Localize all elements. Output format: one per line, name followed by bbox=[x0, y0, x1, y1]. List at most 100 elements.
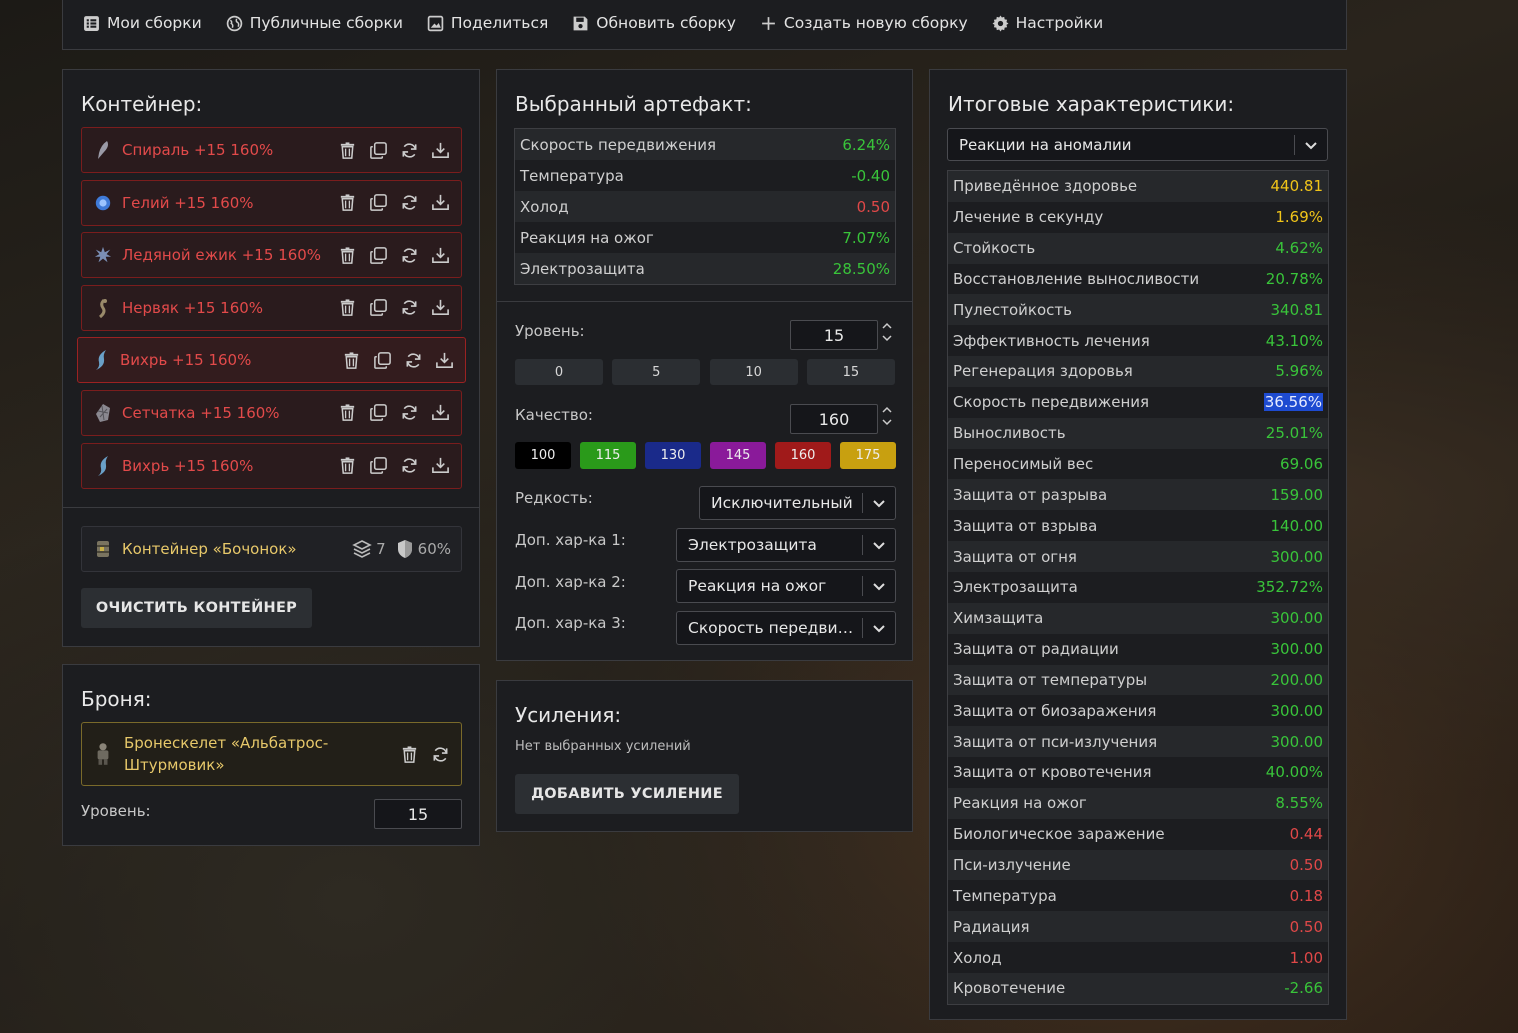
replace-button[interactable] bbox=[399, 402, 420, 423]
artifact-level-input[interactable]: 15 bbox=[790, 320, 878, 350]
stat-value: 300.00 bbox=[1270, 640, 1324, 659]
stat-label: Реакция на ожог bbox=[953, 794, 1087, 813]
artifact-item[interactable]: Вихрь +15 160% bbox=[81, 442, 462, 489]
quality-preset-button[interactable]: 175 bbox=[840, 442, 896, 469]
replace-button[interactable] bbox=[403, 350, 424, 371]
replace-button[interactable] bbox=[399, 140, 420, 161]
list-icon bbox=[84, 15, 99, 31]
copy-icon bbox=[370, 141, 387, 159]
level-preset-button[interactable]: 5 bbox=[612, 359, 701, 385]
replace-button[interactable] bbox=[399, 192, 420, 213]
download-button[interactable] bbox=[430, 455, 451, 476]
delete-button[interactable] bbox=[337, 402, 358, 423]
artifact-item[interactable]: Спираль +15 160% bbox=[81, 127, 462, 173]
stat-value: 140.00 bbox=[1270, 516, 1324, 535]
nav-new-build[interactable]: Создать новую сборку bbox=[760, 14, 968, 32]
quality-preset-button[interactable]: 160 bbox=[775, 442, 831, 469]
stat-value: 340.81 bbox=[1270, 300, 1324, 319]
nav-share[interactable]: Поделиться bbox=[427, 14, 548, 32]
artifact-level-label: Уровень: bbox=[515, 322, 585, 340]
artifact-item[interactable]: Сетчатка +15 160% bbox=[81, 389, 462, 436]
delete-button[interactable] bbox=[341, 350, 362, 371]
level-preset-button[interactable]: 10 bbox=[709, 359, 798, 385]
stat-row: Пси-излучение 0.50 bbox=[948, 849, 1328, 881]
stat-value: 300.00 bbox=[1270, 547, 1324, 566]
stat-row: Защита от биозаражения 300.00 bbox=[948, 695, 1328, 727]
artifact-quality-input[interactable]: 160 bbox=[790, 404, 878, 434]
download-button[interactable] bbox=[430, 140, 451, 161]
download-button[interactable] bbox=[434, 350, 455, 371]
armor-replace-button[interactable] bbox=[430, 744, 451, 765]
stat-label: Защита от температуры bbox=[953, 670, 1148, 689]
stat-label: Приведённое здоровье bbox=[953, 177, 1138, 196]
quality-preset-button[interactable]: 145 bbox=[710, 442, 766, 469]
download-button[interactable] bbox=[430, 245, 451, 266]
replace-button[interactable] bbox=[399, 455, 420, 476]
nav-update-build[interactable]: Обновить сборку bbox=[572, 14, 736, 32]
replace-button[interactable] bbox=[399, 245, 420, 266]
delete-button[interactable] bbox=[337, 297, 358, 318]
quality-preset-button[interactable]: 100 bbox=[515, 442, 571, 469]
download-button[interactable] bbox=[430, 297, 451, 318]
stat-value: 8.55% bbox=[1275, 794, 1323, 813]
stat-row: Температура 0.18 bbox=[948, 880, 1328, 912]
copy-button[interactable] bbox=[368, 402, 389, 423]
plus-icon bbox=[762, 16, 775, 30]
container-panel: Контейнер: Спираль +15 160% Гелий +15 16… bbox=[62, 69, 480, 647]
level-preset-button[interactable]: 15 bbox=[806, 359, 895, 385]
artifact-item[interactable]: Ледяной ежик +15 160% bbox=[81, 232, 462, 279]
stat-row: Защита от огня 300.00 bbox=[948, 541, 1328, 572]
container-protection-value: 60% bbox=[417, 540, 451, 558]
artifact-item[interactable]: Гелий +15 160% bbox=[81, 179, 462, 226]
delete-button[interactable] bbox=[337, 192, 358, 213]
extra3-select[interactable]: Скорость передвижения bbox=[676, 611, 896, 645]
stat-label: Химзащита bbox=[953, 609, 1044, 628]
copy-button[interactable] bbox=[368, 140, 389, 161]
extra1-select[interactable]: Электрозащита bbox=[676, 528, 896, 562]
refresh-icon bbox=[402, 458, 417, 473]
artifact-quality-stepper[interactable] bbox=[880, 406, 894, 426]
clear-container-button[interactable]: ОЧИСТИТЬ КОНТЕЙНЕР bbox=[81, 588, 312, 628]
copy-button[interactable] bbox=[372, 350, 393, 371]
extra2-value: Реакция на ожог bbox=[688, 577, 827, 595]
armor-delete-button[interactable] bbox=[399, 744, 420, 765]
replace-button[interactable] bbox=[399, 297, 420, 318]
stat-value: 4.62% bbox=[1275, 239, 1323, 258]
rarity-select[interactable]: Исключительный bbox=[699, 486, 896, 520]
refresh-icon bbox=[402, 248, 417, 263]
download-button[interactable] bbox=[430, 402, 451, 423]
armor-item[interactable]: Бронескелет «Альбатрос-Штурмовик» bbox=[81, 722, 462, 786]
stat-row: Регенерация здоровья 5.96% bbox=[948, 356, 1328, 387]
stat-label: Температура bbox=[520, 166, 624, 185]
delete-button[interactable] bbox=[337, 140, 358, 161]
level-preset-button[interactable]: 0 bbox=[515, 359, 603, 385]
nav-new-build-label: Создать новую сборку bbox=[783, 14, 968, 32]
artifact-item[interactable]: Вихрь +15 160% bbox=[77, 337, 466, 384]
download-icon bbox=[432, 247, 449, 263]
nav-my-builds[interactable]: Мои сборки bbox=[83, 14, 202, 32]
container-item[interactable]: Контейнер «Бочонок» 7 60% bbox=[81, 526, 462, 572]
stat-label: Защита от взрыва bbox=[953, 516, 1098, 535]
extra2-select[interactable]: Реакция на ожог bbox=[676, 569, 896, 603]
nav-settings[interactable]: Настройки bbox=[992, 14, 1103, 32]
artifact-item[interactable]: Нервяк +15 160% bbox=[81, 284, 462, 331]
copy-button[interactable] bbox=[368, 455, 389, 476]
total-filter-select[interactable]: Реакции на аномалии bbox=[947, 128, 1328, 161]
copy-button[interactable] bbox=[368, 192, 389, 213]
armor-level-input[interactable]: 15 bbox=[374, 799, 462, 829]
copy-button[interactable] bbox=[368, 245, 389, 266]
delete-button[interactable] bbox=[337, 455, 358, 476]
delete-button[interactable] bbox=[337, 245, 358, 266]
artifact-level-stepper[interactable] bbox=[880, 322, 894, 342]
nav-public-builds[interactable]: Публичные сборки bbox=[226, 14, 403, 32]
stat-value: 300.00 bbox=[1270, 701, 1324, 720]
stat-value: 300.00 bbox=[1270, 609, 1324, 628]
add-boost-button[interactable]: ДОБАВИТЬ УСИЛЕНИЕ bbox=[515, 774, 739, 814]
quality-preset-button[interactable]: 115 bbox=[580, 442, 636, 469]
quality-preset-button[interactable]: 130 bbox=[645, 442, 701, 469]
download-button[interactable] bbox=[430, 192, 451, 213]
stat-row: Холод 0.50 bbox=[515, 191, 895, 222]
stat-label: Регенерация здоровья bbox=[953, 362, 1133, 381]
download-icon bbox=[432, 194, 449, 211]
copy-button[interactable] bbox=[368, 297, 389, 318]
